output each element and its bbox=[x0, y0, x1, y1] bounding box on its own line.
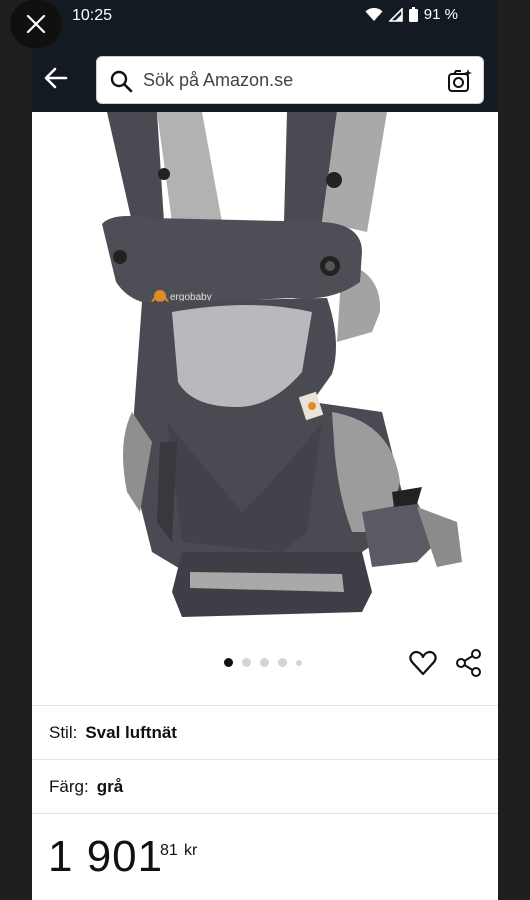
status-icons: 91 % bbox=[365, 6, 458, 23]
arrow-left-icon[interactable] bbox=[42, 64, 70, 92]
product-page: ergobaby Stil: Sval luftnät Färg: grå 1 … bbox=[32, 112, 498, 900]
share-icon[interactable] bbox=[454, 648, 484, 678]
search-box[interactable] bbox=[96, 56, 484, 104]
color-label: Färg: bbox=[49, 776, 89, 796]
header bbox=[32, 48, 498, 112]
price-fraction: 81 bbox=[160, 842, 178, 859]
carousel-dot[interactable] bbox=[242, 658, 251, 667]
screen: 10:25 91 % Sök på Amazon.se ergobaby Sti… bbox=[0, 0, 530, 900]
price-currency: kr bbox=[184, 842, 198, 859]
style-label: Stil: bbox=[49, 722, 78, 742]
product-image[interactable]: ergobaby bbox=[72, 112, 472, 642]
style-value: Sval luftnät bbox=[85, 722, 177, 742]
carousel-indicator bbox=[224, 658, 302, 667]
color-value: grå bbox=[96, 776, 124, 796]
battery-icon bbox=[408, 7, 418, 22]
camera-search-icon[interactable] bbox=[447, 68, 473, 94]
heart-icon[interactable] bbox=[408, 648, 438, 678]
carousel-dot[interactable] bbox=[296, 659, 302, 666]
battery-percent: 91 % bbox=[423, 6, 458, 23]
close-button[interactable] bbox=[10, 0, 62, 48]
wifi-icon bbox=[365, 7, 383, 21]
price-whole: 1 901 bbox=[48, 832, 164, 881]
amazon-app: 10:25 91 % Sök på Amazon.se ergobaby Sti… bbox=[32, 0, 498, 900]
search-input[interactable] bbox=[143, 57, 433, 103]
status-time: 10:25 bbox=[72, 7, 113, 24]
status-bar: 10:25 91 % bbox=[32, 0, 498, 34]
carousel-dot[interactable] bbox=[260, 658, 269, 667]
style-row[interactable]: Stil: Sval luftnät bbox=[32, 705, 498, 759]
signal-icon bbox=[388, 7, 403, 22]
color-row[interactable]: Färg: grå bbox=[32, 759, 498, 813]
price: 1 901 81 kr bbox=[32, 813, 498, 900]
search-icon bbox=[110, 70, 133, 93]
carousel-dot[interactable] bbox=[224, 658, 233, 667]
carousel-dot[interactable] bbox=[278, 658, 287, 667]
close-icon bbox=[26, 14, 46, 34]
